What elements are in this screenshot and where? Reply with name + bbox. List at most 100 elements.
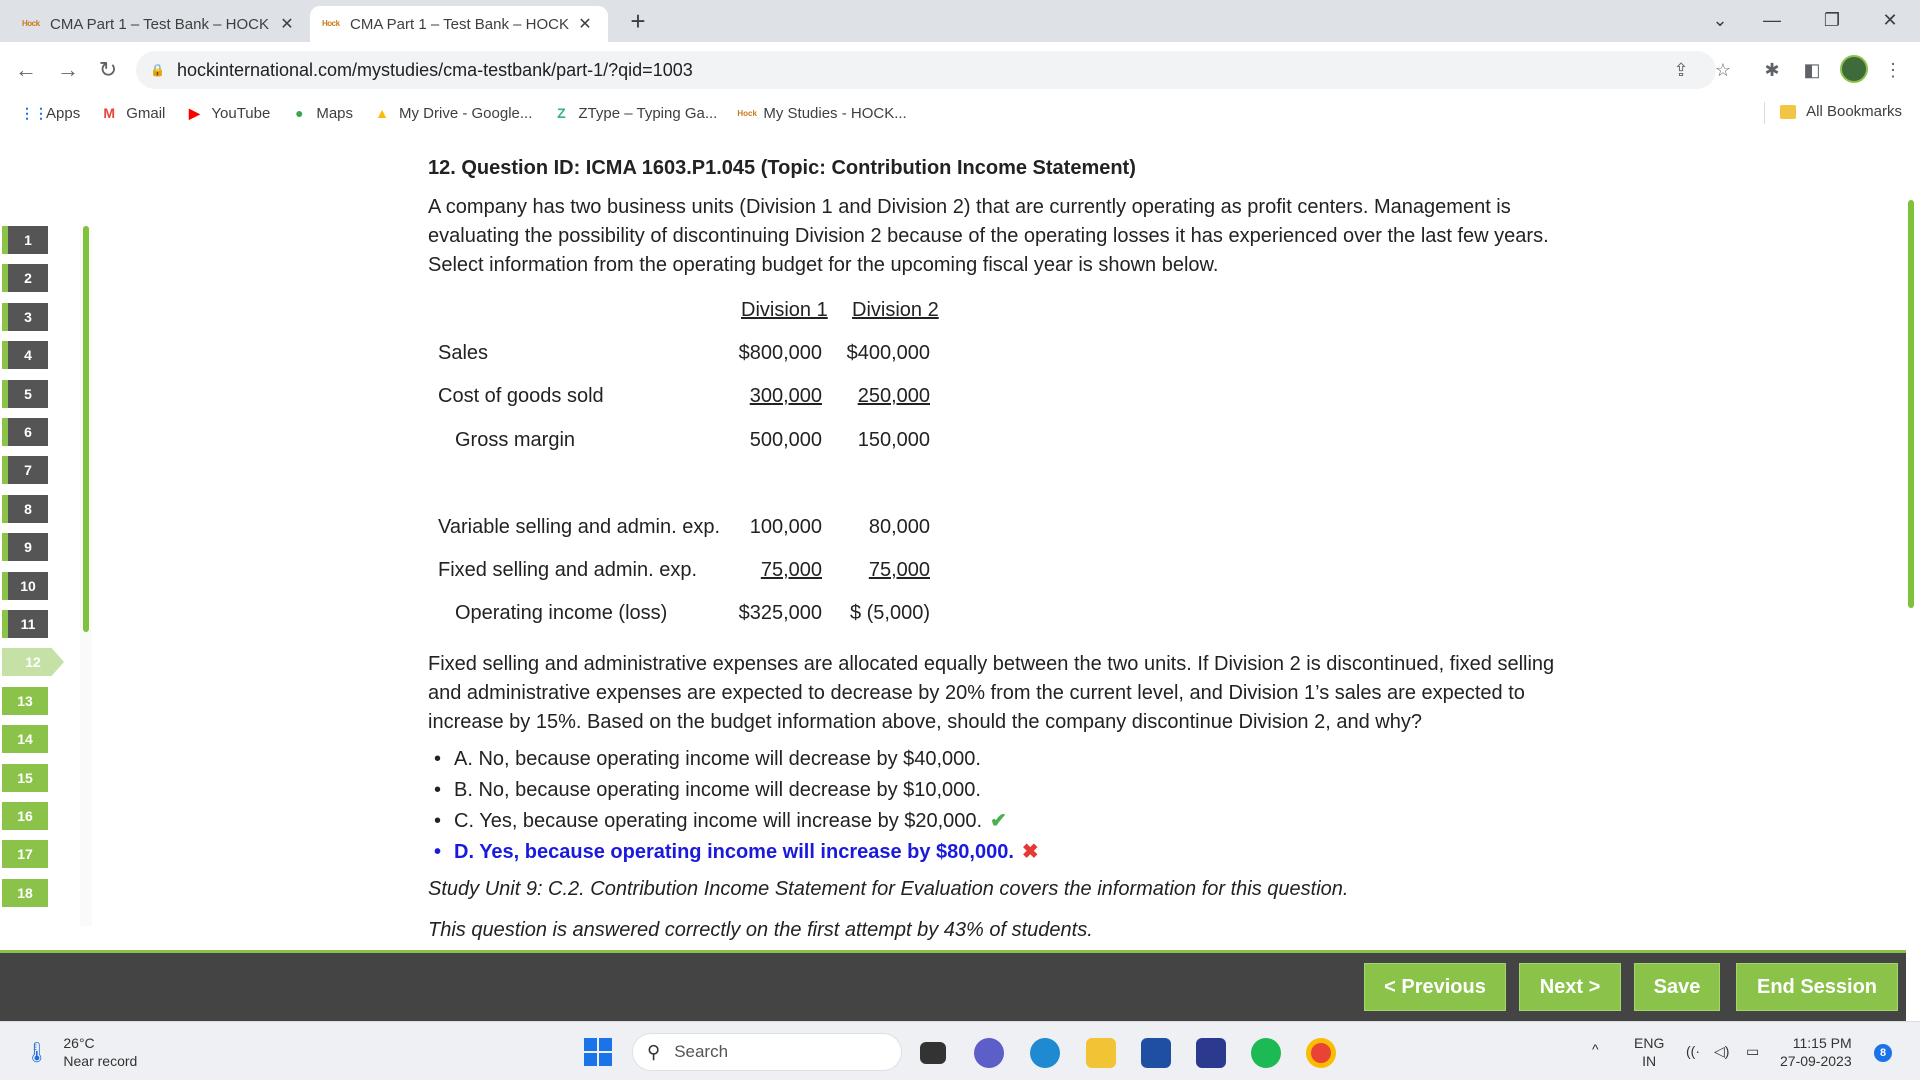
hock-icon: Hock bbox=[737, 108, 757, 118]
question-nav-item[interactable]: 10 bbox=[2, 572, 48, 600]
row-label: Gross margin bbox=[455, 429, 576, 451]
forward-icon[interactable]: → bbox=[52, 54, 84, 86]
hock-favicon-icon: Hock bbox=[22, 19, 40, 28]
close-window-icon[interactable]: ✕ bbox=[1864, 0, 1916, 42]
question-nav-item[interactable]: 8 bbox=[2, 495, 48, 523]
row-label: Variable selling and admin. exp. bbox=[438, 516, 721, 538]
bookmark-ztype[interactable]: Z ZType – Typing Ga... bbox=[552, 105, 717, 122]
browser-tab-2[interactable]: Hock CMA Part 1 – Test Bank – HOCK ✕ bbox=[310, 6, 608, 42]
budget-row-cogs: Cost of goods sold 300,000 250,000 bbox=[428, 382, 988, 412]
tab-title: CMA Part 1 – Test Bank – HOCK bbox=[50, 15, 269, 33]
microsoft-store-icon[interactable] bbox=[1141, 1038, 1171, 1068]
file-explorer-icon[interactable] bbox=[1086, 1038, 1116, 1068]
share-icon[interactable]: ⇪ bbox=[1666, 51, 1696, 89]
language-indicator[interactable]: ENG IN bbox=[1634, 1034, 1664, 1070]
spotify-icon[interactable] bbox=[1251, 1038, 1281, 1068]
budget-row-operating-income: Operating income (loss) $325,000 $ (5,00… bbox=[428, 599, 988, 629]
question-nav-item[interactable]: 17 bbox=[2, 840, 48, 868]
teams-chat-icon[interactable] bbox=[974, 1038, 1004, 1068]
question-nav-item[interactable]: 1 bbox=[2, 226, 48, 254]
menu-kebab-icon[interactable]: ⋮ bbox=[1878, 54, 1908, 86]
browser-tab-1[interactable]: Hock CMA Part 1 – Test Bank – HOCK ✕ bbox=[10, 6, 310, 42]
budget-row-fixed-expense: Fixed selling and admin. exp. 75,000 75,… bbox=[428, 556, 988, 586]
close-tab-icon[interactable]: ✕ bbox=[276, 14, 298, 34]
taskbar-search[interactable]: ⚲ Search bbox=[632, 1033, 902, 1071]
app-icon[interactable] bbox=[1196, 1038, 1226, 1068]
notification-badge[interactable]: 8 bbox=[1874, 1044, 1892, 1062]
question-nav-item[interactable]: 9 bbox=[2, 533, 48, 561]
answer-option-c[interactable]: C. Yes, because operating income will in… bbox=[428, 807, 1558, 838]
row-label: Fixed selling and admin. exp. bbox=[438, 559, 698, 581]
edge-browser-icon[interactable] bbox=[1030, 1038, 1060, 1068]
battery-icon[interactable]: ▭ bbox=[1746, 1042, 1759, 1060]
study-unit-note: Study Unit 9: C.2. Contribution Income S… bbox=[428, 878, 1349, 900]
volume-icon[interactable]: ◁) bbox=[1714, 1042, 1729, 1060]
option-text: B. No, because operating income will dec… bbox=[454, 779, 981, 801]
bookmark-my-studies[interactable]: Hock My Studies - HOCK... bbox=[737, 105, 906, 122]
question-content: 12. Question ID: ICMA 1603.P1.045 (Topic… bbox=[428, 154, 1558, 945]
bookmark-gmail[interactable]: M Gmail bbox=[100, 105, 165, 122]
end-session-button[interactable]: End Session bbox=[1736, 963, 1898, 1011]
question-nav-scrollbar[interactable] bbox=[83, 226, 89, 632]
previous-button[interactable]: < Previous bbox=[1364, 963, 1506, 1011]
bookmark-apps[interactable]: ⋮⋮ Apps bbox=[20, 105, 80, 122]
page-scrollbar[interactable] bbox=[1908, 200, 1914, 608]
question-nav-item[interactable]: 13 bbox=[2, 687, 48, 715]
restore-icon[interactable]: ❐ bbox=[1806, 0, 1858, 42]
bookmark-label: YouTube bbox=[211, 104, 271, 122]
extensions-icon[interactable]: ✱ bbox=[1757, 54, 1787, 86]
address-bar[interactable]: 🔒 hockinternational.com/mystudies/cma-te… bbox=[136, 51, 1716, 89]
tab-search-chevron-icon[interactable]: ⌄ bbox=[1694, 0, 1746, 42]
save-button[interactable]: Save bbox=[1634, 963, 1720, 1011]
question-nav-item[interactable]: 15 bbox=[2, 764, 48, 792]
youtube-icon: ▶ bbox=[188, 104, 200, 121]
question-nav-item[interactable]: 18 bbox=[2, 879, 48, 907]
region-code: IN bbox=[1642, 1053, 1657, 1069]
next-button[interactable]: Next > bbox=[1519, 963, 1621, 1011]
question-nav-item[interactable]: 4 bbox=[2, 341, 48, 369]
question-nav-item[interactable]: 16 bbox=[2, 802, 48, 830]
wifi-icon[interactable]: ((· bbox=[1686, 1042, 1700, 1060]
question-nav-item[interactable]: 6 bbox=[2, 418, 48, 446]
bookmark-youtube[interactable]: ▶ YouTube bbox=[185, 105, 270, 122]
search-label: Search bbox=[674, 1042, 729, 1061]
reload-icon[interactable]: ↻ bbox=[92, 54, 124, 86]
close-tab-icon[interactable]: ✕ bbox=[574, 14, 596, 34]
chrome-icon[interactable] bbox=[1306, 1038, 1336, 1068]
tray-overflow-chevron-icon[interactable]: ^ bbox=[1592, 1040, 1599, 1058]
new-tab-button[interactable]: + bbox=[620, 6, 656, 38]
back-icon[interactable]: ← bbox=[10, 54, 42, 86]
answer-option-b[interactable]: B. No, because operating income will dec… bbox=[428, 776, 1558, 807]
answer-option-d[interactable]: D. Yes, because operating income will in… bbox=[428, 838, 1558, 869]
profile-avatar[interactable] bbox=[1840, 55, 1868, 83]
thermometer-icon: 🌡 bbox=[24, 1041, 50, 1064]
question-nav-item[interactable]: 2 bbox=[2, 264, 48, 292]
side-panel-icon[interactable]: ◧ bbox=[1797, 54, 1827, 86]
all-bookmarks-button[interactable]: All Bookmarks bbox=[1780, 103, 1902, 120]
bookmark-star-icon[interactable]: ☆ bbox=[1708, 51, 1738, 89]
question-nav-item[interactable]: 11 bbox=[2, 610, 48, 638]
division-2-value: 75,000 bbox=[868, 559, 930, 581]
question-nav-item[interactable]: 5 bbox=[2, 380, 48, 408]
windows-taskbar: 🌡 26°C Near record ⚲ Search ^ ENG IN ((·… bbox=[0, 1021, 1920, 1080]
answer-option-a[interactable]: A. No, because operating income will dec… bbox=[428, 745, 1558, 776]
bookmark-label: Gmail bbox=[126, 104, 166, 122]
question-nav-item-current[interactable]: 12 bbox=[2, 648, 64, 676]
task-view-icon[interactable] bbox=[920, 1042, 946, 1064]
division-2-value: $400,000 bbox=[846, 342, 930, 364]
bookmark-maps[interactable]: ● Maps bbox=[290, 105, 353, 122]
minimize-icon[interactable]: — bbox=[1746, 0, 1798, 42]
clock[interactable]: 11:15 PM 27-09-2023 bbox=[1780, 1034, 1852, 1070]
question-nav-item[interactable]: 3 bbox=[2, 303, 48, 331]
question-nav-item[interactable]: 7 bbox=[2, 456, 48, 484]
question-nav-item[interactable]: 14 bbox=[2, 725, 48, 753]
division-1-value: $800,000 bbox=[738, 342, 822, 364]
bookmark-my-drive[interactable]: ▲ My Drive - Google... bbox=[373, 105, 532, 122]
windows-start-icon[interactable] bbox=[584, 1038, 612, 1066]
division-2-value: $ (5,000) bbox=[849, 602, 930, 624]
weather-widget[interactable]: 🌡 26°C Near record bbox=[24, 1034, 137, 1070]
url-text: hockinternational.com/mystudies/cma-test… bbox=[176, 59, 693, 80]
language-code: ENG bbox=[1634, 1035, 1665, 1051]
division-1-value: $325,000 bbox=[738, 602, 822, 624]
column-header-division-1: Division 1 bbox=[741, 299, 828, 321]
